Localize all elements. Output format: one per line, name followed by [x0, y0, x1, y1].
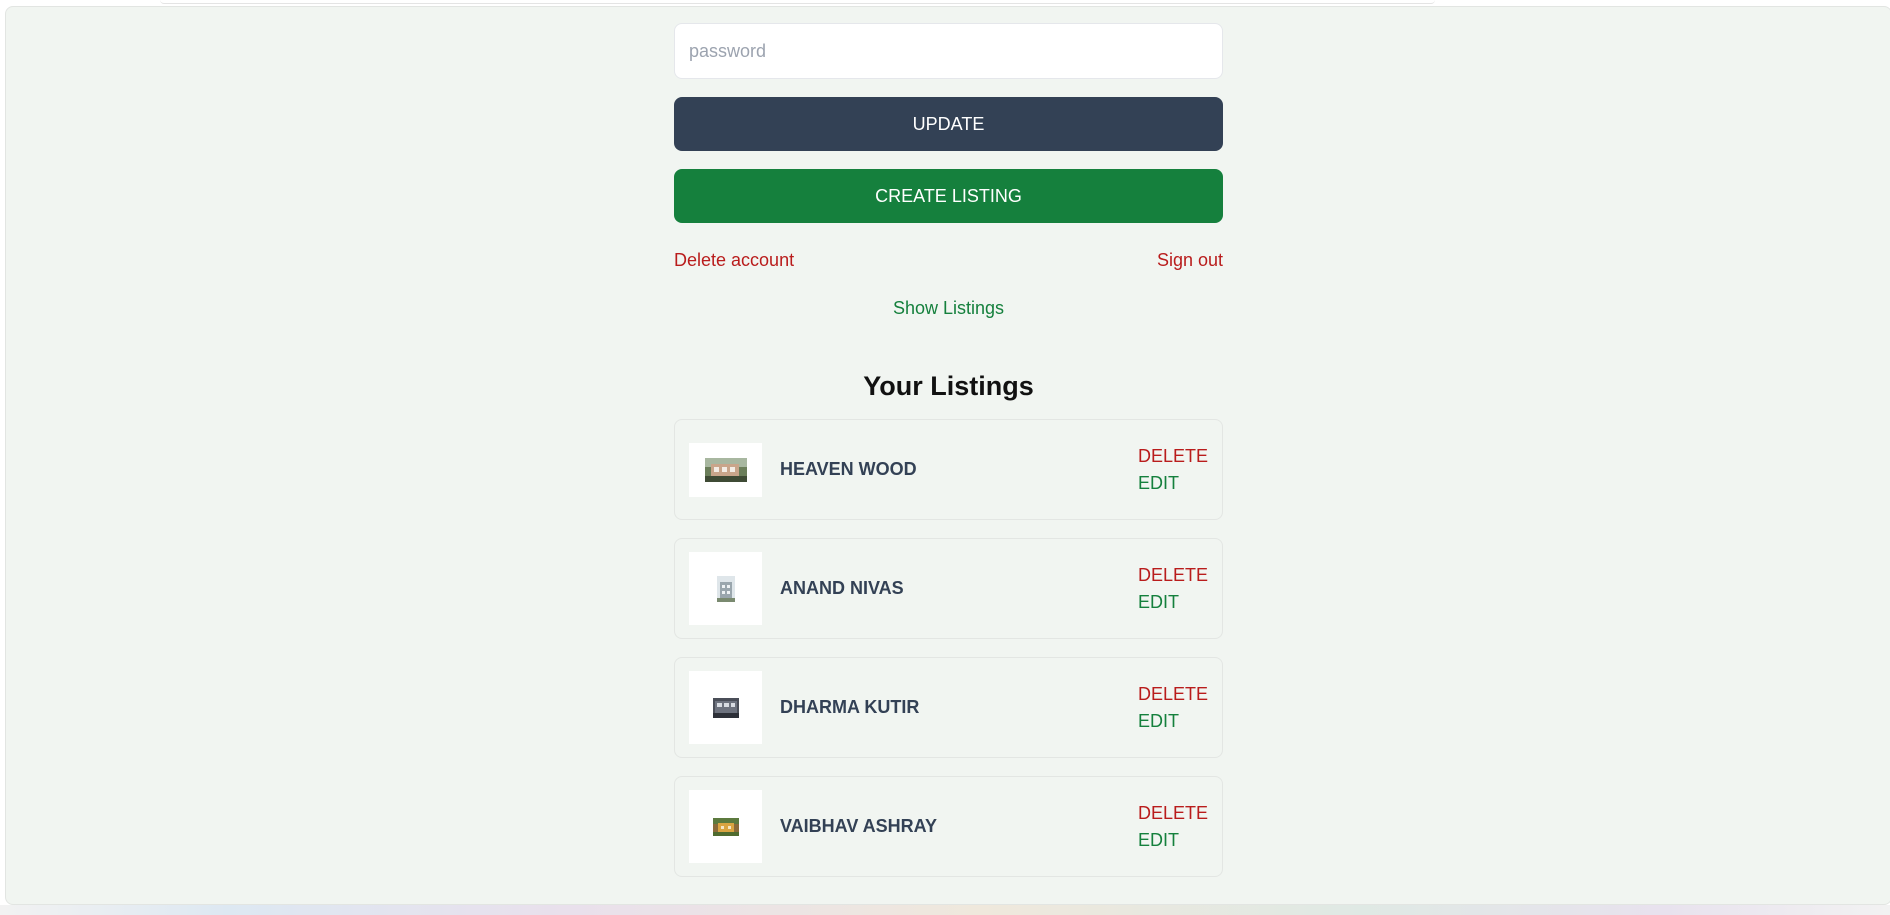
listing-image: [704, 457, 747, 482]
delete-listing-button[interactable]: DELETE: [1138, 800, 1208, 827]
listing-image: [716, 575, 735, 602]
create-listing-button[interactable]: CREATE LISTING: [674, 169, 1223, 223]
password-input[interactable]: [674, 23, 1223, 79]
listing-thumbnail[interactable]: [689, 442, 762, 497]
delete-listing-button[interactable]: DELETE: [1138, 681, 1208, 708]
profile-column: UPDATE CREATE LISTING Delete account Sig…: [674, 23, 1223, 895]
show-listings-link[interactable]: Show Listings: [893, 298, 1004, 318]
listings-list: HEAVEN WOOD DELETE EDIT ANAND NIVAS DELE…: [674, 419, 1223, 877]
listing-name[interactable]: VAIBHAV ASHRAY: [780, 816, 1138, 837]
browser-bottom-edge: [0, 905, 1890, 915]
edit-listing-button[interactable]: EDIT: [1138, 470, 1208, 497]
edit-listing-button[interactable]: EDIT: [1138, 589, 1208, 616]
delete-listing-button[interactable]: DELETE: [1138, 562, 1208, 589]
browser-top-edge: [160, 0, 1435, 4]
listing-actions: DELETE EDIT: [1138, 800, 1208, 854]
listing-thumbnail[interactable]: [689, 671, 762, 744]
listing-actions: DELETE EDIT: [1138, 562, 1208, 616]
listing-name[interactable]: DHARMA KUTIR: [780, 697, 1138, 718]
show-listings-row: Show Listings: [674, 298, 1223, 320]
listing-card: DHARMA KUTIR DELETE EDIT: [674, 657, 1223, 758]
listing-thumbnail[interactable]: [689, 552, 762, 625]
update-button[interactable]: UPDATE: [674, 97, 1223, 151]
listing-name[interactable]: ANAND NIVAS: [780, 578, 1138, 599]
listing-actions: DELETE EDIT: [1138, 681, 1208, 735]
delete-account-link[interactable]: Delete account: [674, 250, 794, 271]
account-links-row: Delete account Sign out: [674, 249, 1223, 271]
listing-card: ANAND NIVAS DELETE EDIT: [674, 538, 1223, 639]
edit-listing-button[interactable]: EDIT: [1138, 708, 1208, 735]
listing-image: [712, 697, 739, 718]
listing-card: VAIBHAV ASHRAY DELETE EDIT: [674, 776, 1223, 877]
sign-out-link[interactable]: Sign out: [1157, 250, 1223, 271]
edit-listing-button[interactable]: EDIT: [1138, 827, 1208, 854]
delete-listing-button[interactable]: DELETE: [1138, 443, 1208, 470]
listing-card: HEAVEN WOOD DELETE EDIT: [674, 419, 1223, 520]
listing-name[interactable]: HEAVEN WOOD: [780, 459, 1138, 480]
listing-actions: DELETE EDIT: [1138, 443, 1208, 497]
listings-heading: Your Listings: [863, 371, 1034, 401]
listing-image: [712, 817, 739, 836]
listing-thumbnail[interactable]: [689, 790, 762, 863]
